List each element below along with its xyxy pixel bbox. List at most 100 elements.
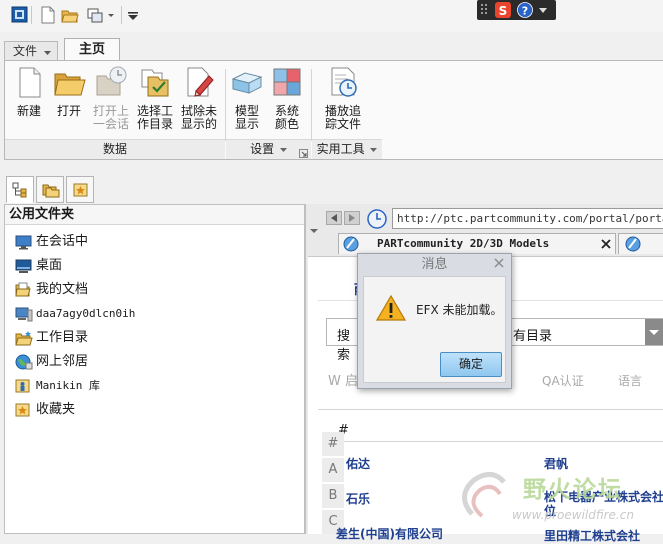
close-icon[interactable] — [601, 238, 611, 252]
folder-item-label: 我的文档 — [36, 282, 89, 297]
favorites-tab-icon — [73, 182, 89, 201]
folder-item-in-session[interactable]: 在会话中 — [15, 231, 88, 253]
catalog-select[interactable]: 有目录 — [508, 318, 663, 346]
erase-not-displayed-button[interactable]: 拭除未 显示的 — [178, 65, 220, 131]
alpha-index-b[interactable]: B — [322, 484, 344, 508]
folder-item-label: 在会话中 — [36, 234, 89, 249]
folder-item-working-dir[interactable]: 工作目录 — [15, 327, 88, 349]
svg-text:S: S — [499, 4, 508, 18]
history-icon[interactable] — [366, 208, 388, 230]
tab-file-label: 文件 — [13, 44, 38, 58]
back-button[interactable] — [326, 211, 342, 225]
warning-icon — [375, 294, 407, 322]
open-folder-icon[interactable] — [61, 6, 79, 24]
group-separator — [225, 69, 226, 141]
new-doc-icon[interactable] — [39, 6, 57, 24]
help-icon[interactable]: ? — [517, 2, 533, 18]
chevron-down-icon — [645, 319, 663, 345]
grip-icon[interactable] — [481, 4, 490, 16]
model-display-label: 模型 显示 — [229, 105, 265, 131]
open-button-label: 打开 — [56, 104, 81, 118]
sogou-icon[interactable]: S — [495, 2, 511, 18]
chevron-down-icon — [43, 43, 51, 61]
model-display-button[interactable]: 模型 显示 — [229, 65, 265, 131]
tab-home[interactable]: 主页 — [64, 38, 120, 61]
folder-item-favorites[interactable]: 收藏夹 — [15, 399, 75, 421]
catalog-select-value: 有目录 — [513, 329, 553, 344]
watermark-text: 野火论坛 — [523, 477, 623, 503]
tab-home-label: 主页 — [78, 42, 105, 57]
group-settings-label: 设置 — [250, 142, 275, 156]
system-colors-label-line2: 颜色 — [274, 117, 299, 131]
browser-tab-title: PARTcommunity 2D/3D Models — [377, 237, 550, 250]
alpha-index-a[interactable]: A — [322, 458, 344, 482]
watermark-url: www.proewildfire.cn — [512, 508, 634, 522]
language-link[interactable]: 语言 — [618, 372, 642, 389]
dialog-title: 消息 — [421, 257, 448, 272]
folder-item-computer[interactable]: daa7agy0dlcn0ih — [15, 303, 135, 325]
tab-favorites[interactable] — [66, 176, 94, 203]
navigator-tabs — [4, 174, 304, 204]
folder-item-desktop[interactable]: 桌面 — [15, 255, 62, 277]
browser-tab-new[interactable] — [618, 233, 663, 254]
folder-item-label: Manikin 库 — [36, 379, 100, 392]
dropdown-arrow-icon[interactable] — [106, 6, 116, 24]
folder-browser-icon — [42, 182, 60, 201]
open-last-session-button[interactable]: 打开上 一会话 — [90, 65, 132, 131]
open-session-label: 打开上 一会话 — [90, 105, 132, 131]
documents-icon — [15, 282, 33, 298]
help-dropdown-icon[interactable] — [537, 3, 549, 17]
tab-folder-browser[interactable] — [36, 176, 64, 203]
model-display-icon — [230, 65, 264, 99]
network-icon — [15, 354, 33, 370]
url-bar[interactable]: http://ptc.partcommunity.com/portal/port… — [392, 208, 663, 229]
forward-button[interactable] — [344, 211, 360, 225]
system-colors-label: 系统 颜色 — [269, 105, 305, 131]
company-link[interactable]: 石乐 — [346, 490, 370, 507]
quick-access-toolbar: S ? — [0, 0, 663, 32]
divider — [318, 409, 663, 410]
folder-item-label: daa7agy0dlcn0ih — [36, 307, 136, 320]
company-link[interactable]: 里田精工株式会社 — [544, 527, 640, 544]
new-button-label: 新建 — [16, 104, 41, 118]
ok-button[interactable]: 确定 — [440, 352, 502, 377]
folder-item-network[interactable]: 网上邻居 — [15, 351, 88, 373]
folder-item-my-documents[interactable]: 我的文档 — [15, 279, 88, 301]
open-button[interactable]: 打开 — [49, 65, 89, 118]
close-icon[interactable] — [494, 258, 504, 272]
select-dir-label: 选择工 作目录 — [134, 105, 176, 131]
playback-trail-button[interactable]: 播放追 踪文件 — [321, 65, 365, 131]
qa-link[interactable]: QA认证 — [542, 372, 584, 389]
system-colors-button[interactable]: 系统 颜色 — [269, 65, 305, 131]
customize-icon[interactable] — [126, 6, 140, 24]
window-icon[interactable] — [86, 6, 104, 24]
ime-toolbar: S ? — [477, 0, 556, 20]
folder-item-manikin-library[interactable]: Manikin 库 — [15, 375, 100, 397]
model-display-label-line2: 显示 — [234, 117, 259, 131]
select-working-dir-button[interactable]: 选择工 作目录 — [134, 65, 176, 131]
group-separator — [311, 69, 312, 141]
company-link[interactable]: 佑达 — [346, 455, 370, 472]
new-document-icon — [12, 65, 46, 99]
app-icon[interactable] — [11, 6, 29, 24]
working-directory-icon — [138, 65, 172, 99]
library-icon — [15, 378, 33, 394]
browser-tab-partcommunity[interactable]: PARTcommunity 2D/3D Models — [338, 233, 616, 254]
dialog-body: EFX 未能加载。 确定 — [363, 276, 506, 383]
new-button[interactable]: 新建 — [9, 65, 49, 118]
erase-label: 拭除未 显示的 — [178, 105, 220, 131]
alpha-index-hash[interactable]: # — [322, 432, 344, 456]
panel-title: 公用文件夹 — [5, 205, 304, 225]
playback-trail-label: 播放追 踪文件 — [321, 105, 365, 131]
group-settings[interactable]: 设置 — [226, 139, 311, 159]
message-dialog: 消息 EFX 未能加载。 确定 — [357, 253, 512, 389]
group-utilities-label: 实用工具 — [316, 142, 365, 156]
ribbon-tab-row: 文件 主页 — [0, 32, 663, 61]
page-favicon — [343, 236, 359, 254]
group-utilities[interactable]: 实用工具 — [312, 139, 382, 159]
tab-model-tree[interactable] — [6, 176, 34, 203]
tab-file[interactable]: 文件 — [4, 41, 58, 60]
toolbar-link[interactable]: W 启 — [328, 370, 358, 389]
history-dropdown-icon[interactable] — [310, 223, 318, 233]
dialog-launcher-icon[interactable] — [299, 145, 308, 164]
